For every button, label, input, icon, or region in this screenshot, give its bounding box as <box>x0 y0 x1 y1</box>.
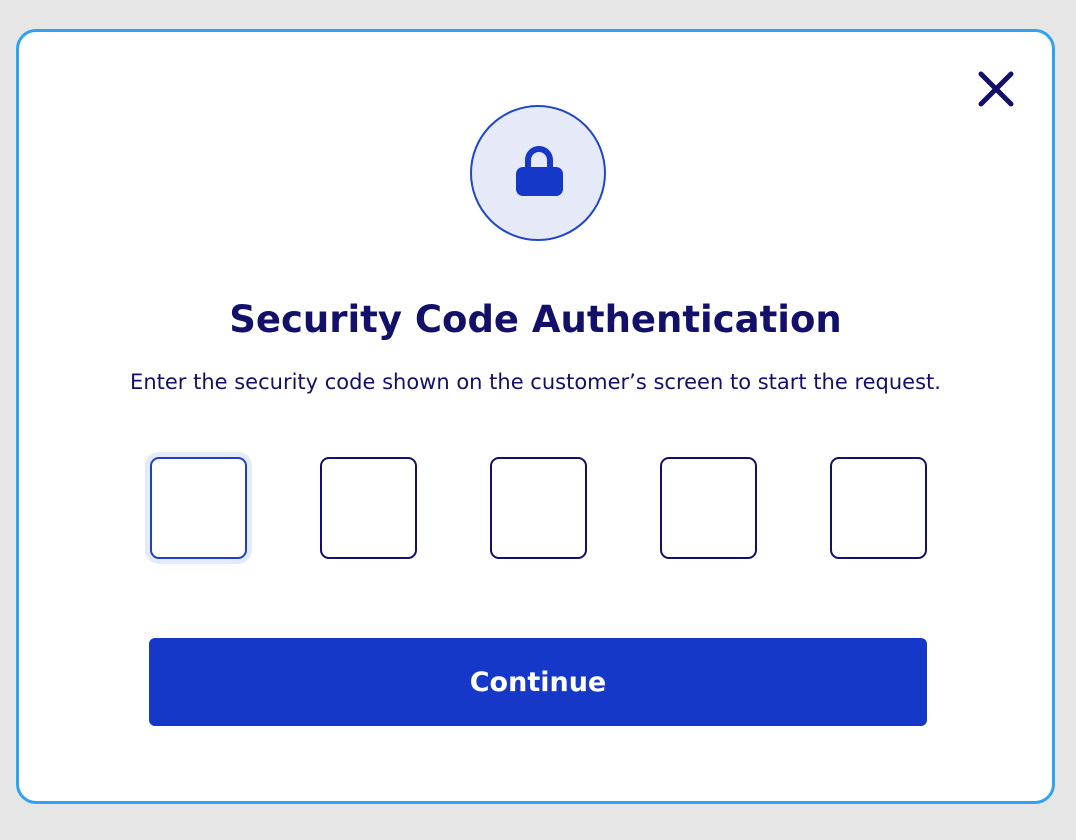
lock-icon <box>516 146 563 196</box>
close-icon <box>978 71 1014 107</box>
code-digit-1[interactable] <box>150 457 247 559</box>
continue-button[interactable]: Continue <box>149 638 927 726</box>
code-digit-4[interactable] <box>660 457 757 559</box>
close-button[interactable] <box>977 70 1017 110</box>
code-digit-3[interactable] <box>490 457 587 559</box>
security-code-dialog: Security Code Authentication Enter the s… <box>16 29 1055 804</box>
code-digit-2[interactable] <box>320 457 417 559</box>
lock-badge <box>470 105 606 241</box>
code-digit-5[interactable] <box>830 457 927 559</box>
dialog-subtitle: Enter the security code shown on the cus… <box>130 370 941 394</box>
dialog-title: Security Code Authentication <box>229 298 842 341</box>
